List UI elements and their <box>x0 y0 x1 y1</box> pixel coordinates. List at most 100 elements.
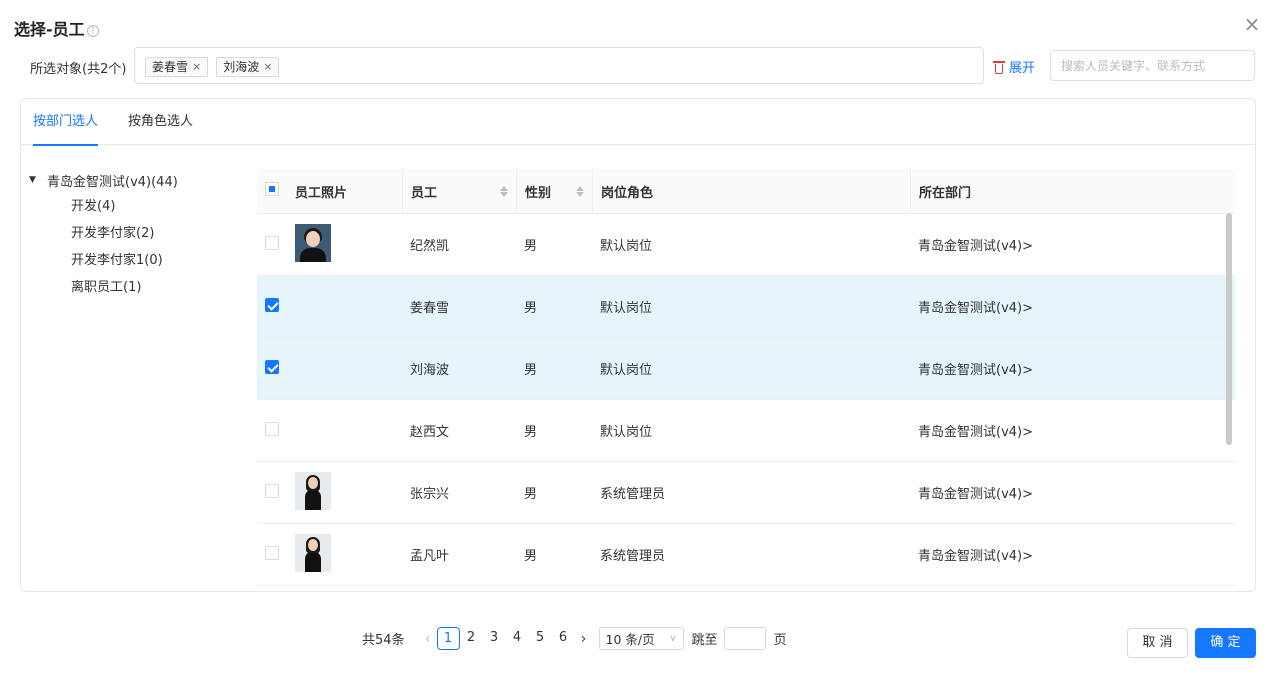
table-row[interactable]: 赵西文 男 默认岗位 青岛金智测试(v4)> <box>257 400 1235 462</box>
cell-role: 默认岗位 <box>600 301 653 316</box>
photo-cell <box>287 223 402 266</box>
pagination: 共54条 ‹ 1 2 3 4 5 6 › 10 条/页 ∨ 跳至 页 <box>362 627 787 650</box>
dialog-title-text: 选择-员工 <box>14 20 85 39</box>
cell-name: 刘海波 <box>410 363 450 378</box>
cell-gender: 男 <box>524 425 538 440</box>
table-row[interactable]: 张宗兴 男 系统管理员 青岛金智测试(v4)> <box>257 462 1235 524</box>
page-number[interactable]: 3 <box>483 627 506 650</box>
selected-count-label: 所选对象(共2个) <box>30 62 127 77</box>
header-name[interactable]: 员工 <box>402 169 516 213</box>
search-input[interactable] <box>1050 50 1255 81</box>
sort-icon[interactable] <box>500 185 508 197</box>
header-gender-label: 性别 <box>525 185 552 201</box>
page-number[interactable]: 2 <box>460 627 483 650</box>
cell-name: 姜春雪 <box>410 301 450 316</box>
tag-label: 刘海波 <box>223 60 260 74</box>
cell-name: 孟凡叶 <box>410 549 450 564</box>
cell-gender: 男 <box>524 301 538 316</box>
page-number[interactable]: 6 <box>552 627 575 650</box>
next-page-icon[interactable]: › <box>575 631 593 647</box>
tag-close-icon[interactable]: × <box>263 58 272 76</box>
tab-by-role[interactable]: 按角色选人 <box>128 99 193 145</box>
photo-cell <box>287 471 402 514</box>
department-tree: ▼ 青岛金智测试(v4)(44) 开发(4) 开发李付家(2) 开发李付家1(0… <box>29 171 249 301</box>
pagination-total: 共54条 <box>362 633 405 648</box>
employee-photo <box>295 533 331 572</box>
cell-gender: 男 <box>524 549 538 564</box>
cell-role: 默认岗位 <box>600 239 653 254</box>
tree-root-node[interactable]: ▼ 青岛金智测试(v4)(44) <box>29 171 249 190</box>
employee-table: 员工照片 员工 性别 岗位角色 所在部门 纪然凯男默认岗位 青岛金智测试(v4)>… <box>257 169 1235 591</box>
selected-tag: 刘海波 × <box>216 57 280 77</box>
cell-gender: 男 <box>524 487 538 502</box>
cell-role: 默认岗位 <box>600 425 653 440</box>
jump-page-input[interactable] <box>723 627 766 650</box>
trash-icon[interactable] <box>993 60 1005 74</box>
header-gender[interactable]: 性别 <box>516 169 592 213</box>
row-checkbox[interactable] <box>265 235 279 250</box>
selection-panel: 按部门选人 按角色选人 ▼ 青岛金智测试(v4)(44) 开发(4) 开发李付家… <box>20 98 1256 592</box>
header-role: 岗位角色 <box>592 169 910 213</box>
dialog-title: 选择-员工? <box>14 16 99 40</box>
prev-page-icon[interactable]: ‹ <box>419 631 437 647</box>
expand-label: 展开 <box>1009 61 1036 76</box>
cell-role: 系统管理员 <box>600 487 666 502</box>
employee-photo <box>295 471 331 510</box>
confirm-button[interactable]: 确 定 <box>1195 628 1256 658</box>
header-name-label: 员工 <box>411 185 438 201</box>
row-checkbox[interactable] <box>265 359 279 374</box>
help-icon[interactable]: ? <box>86 25 99 37</box>
sort-icon[interactable] <box>576 185 584 197</box>
caret-down-icon[interactable]: ▼ <box>29 175 47 185</box>
header-photo: 员工照片 <box>295 185 348 201</box>
cell-dept: 青岛金智测试(v4)> <box>918 239 1034 254</box>
table-row[interactable]: 孟凡叶 男 系统管理员 青岛金智测试(v4)> <box>257 524 1235 586</box>
page-number[interactable]: 1 <box>436 627 460 650</box>
table-row[interactable]: 纪然凯 男 默认岗位 青岛金智测试(v4)> <box>257 214 1235 276</box>
cell-dept: 青岛金智测试(v4)> <box>918 549 1034 564</box>
cell-role: 系统管理员 <box>600 549 666 564</box>
tag-close-icon[interactable]: × <box>192 58 201 76</box>
row-checkbox[interactable] <box>265 297 279 312</box>
cell-dept: 青岛金智测试(v4)> <box>918 487 1034 502</box>
row-checkbox[interactable] <box>265 483 279 498</box>
tab-by-department[interactable]: 按部门选人 <box>33 99 99 146</box>
header-dept: 所在部门 <box>910 169 1235 213</box>
cell-dept: 青岛金智测试(v4)> <box>918 363 1034 378</box>
tab-bar: 按部门选人 按角色选人 <box>21 99 1255 146</box>
page-size-select[interactable]: 10 条/页 ∨ <box>598 627 684 650</box>
tree-node[interactable]: 离职员工(1) <box>29 274 249 301</box>
table-scrollbar[interactable] <box>1226 213 1232 445</box>
tree-root-label: 青岛金智测试(v4)(44) <box>47 174 178 190</box>
table-row[interactable]: 刘海波 男 默认岗位 青岛金智测试(v4)> <box>257 338 1235 400</box>
selected-tags-box[interactable]: 姜春雪 × 刘海波 × <box>134 47 984 84</box>
cell-name: 张宗兴 <box>410 487 450 502</box>
cell-name: 纪然凯 <box>410 239 450 254</box>
cell-dept: 青岛金智测试(v4)> <box>918 301 1034 316</box>
tag-label: 姜春雪 <box>152 60 189 74</box>
row-checkbox[interactable] <box>265 421 279 436</box>
photo-cell <box>287 533 402 576</box>
cell-gender: 男 <box>524 363 538 378</box>
table-body: 纪然凯男默认岗位 青岛金智测试(v4)> 姜春雪男默认岗位 青岛金智测试(v4)> 刘海… <box>257 214 1235 586</box>
page-number[interactable]: 5 <box>529 627 552 650</box>
jump-label: 跳至 <box>691 633 718 648</box>
jump-suffix: 页 <box>773 633 787 648</box>
table-row[interactable]: 姜春雪 男 默认岗位 青岛金智测试(v4)> <box>257 276 1235 338</box>
page-number[interactable]: 4 <box>506 627 529 650</box>
expand-button[interactable]: 展开 <box>993 57 1035 76</box>
cancel-button[interactable]: 取 消 <box>1127 628 1188 658</box>
table-header: 员工照片 员工 性别 岗位角色 所在部门 <box>257 169 1235 214</box>
cell-gender: 男 <box>524 239 538 254</box>
cell-role: 默认岗位 <box>600 363 653 378</box>
tree-node[interactable]: 开发李付家(2) <box>29 220 249 247</box>
select-all-checkbox[interactable] <box>265 182 279 196</box>
row-checkbox[interactable] <box>265 545 279 560</box>
tree-node[interactable]: 开发(4) <box>29 193 249 220</box>
tree-node[interactable]: 开发李付家1(0) <box>29 247 249 274</box>
selected-tag: 姜春雪 × <box>145 57 209 77</box>
chevron-down-icon: ∨ <box>669 633 677 644</box>
cell-name: 赵西文 <box>410 425 450 440</box>
close-icon[interactable]: × <box>1242 14 1262 34</box>
cell-dept: 青岛金智测试(v4)> <box>918 425 1034 440</box>
